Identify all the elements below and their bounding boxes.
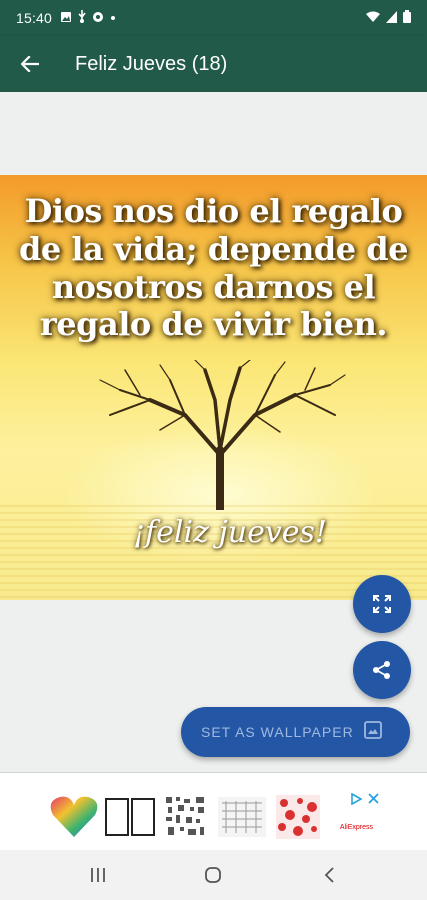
ad-choices-icon[interactable] xyxy=(350,792,363,808)
greeting-image[interactable]: Dios nos dio el regalo de la vida; depen… xyxy=(0,175,427,600)
ad-qr-image xyxy=(164,795,208,839)
app-bar: Feliz Jueves (18) xyxy=(0,36,427,92)
ad-brand: AliExpress xyxy=(339,824,373,831)
greeting-subtitle: ¡feliz jueves! xyxy=(133,515,327,550)
ad-area: AliExpress xyxy=(0,773,427,850)
page-title: Feliz Jueves (18) xyxy=(75,52,228,75)
usb-icon xyxy=(77,10,87,26)
nav-back-button[interactable] xyxy=(299,855,359,895)
share-button[interactable] xyxy=(353,641,411,699)
back-icon xyxy=(324,867,334,883)
signal-icon xyxy=(386,10,398,26)
set-wallpaper-button[interactable]: SET AS WALLPAPER xyxy=(181,707,410,757)
settings-icon xyxy=(92,11,104,26)
recent-apps-icon xyxy=(90,868,105,882)
status-time: 15:40 xyxy=(16,10,53,26)
arrow-back-icon xyxy=(21,56,39,72)
gallery-icon xyxy=(60,11,72,26)
set-wallpaper-label: SET AS WALLPAPER xyxy=(201,724,354,740)
home-icon xyxy=(205,867,222,883)
back-button[interactable] xyxy=(0,36,60,92)
status-bar: 15:40 xyxy=(0,0,427,36)
wallpaper-icon xyxy=(363,720,382,744)
ad-floral-image xyxy=(276,795,320,839)
ad-heart-image xyxy=(50,796,98,837)
recent-apps-button[interactable] xyxy=(68,855,128,895)
quote-text: Dios nos dio el regalo de la vida; depen… xyxy=(10,192,417,344)
quote-line-3: nosotros darnos el xyxy=(51,267,376,306)
fullscreen-icon xyxy=(373,595,391,613)
ad-banner[interactable]: AliExpress xyxy=(48,791,381,843)
tree-illustration xyxy=(99,360,346,510)
close-icon[interactable] xyxy=(368,793,379,808)
quote-line-1: Dios nos dio el regalo xyxy=(24,192,403,230)
system-nav-bar xyxy=(0,850,427,900)
wifi-icon xyxy=(365,10,381,26)
home-button[interactable] xyxy=(183,855,243,895)
share-icon xyxy=(373,661,390,679)
ad-frames-image xyxy=(105,798,155,836)
dot-icon xyxy=(111,16,116,20)
battery-icon xyxy=(403,10,411,26)
quote-line-2: de la vida; depende de xyxy=(18,229,409,268)
ad-choices xyxy=(350,792,379,808)
fullscreen-button[interactable] xyxy=(353,575,411,633)
ad-pattern-image xyxy=(218,797,266,837)
quote-line-4: regalo de vivir bien. xyxy=(39,305,388,344)
